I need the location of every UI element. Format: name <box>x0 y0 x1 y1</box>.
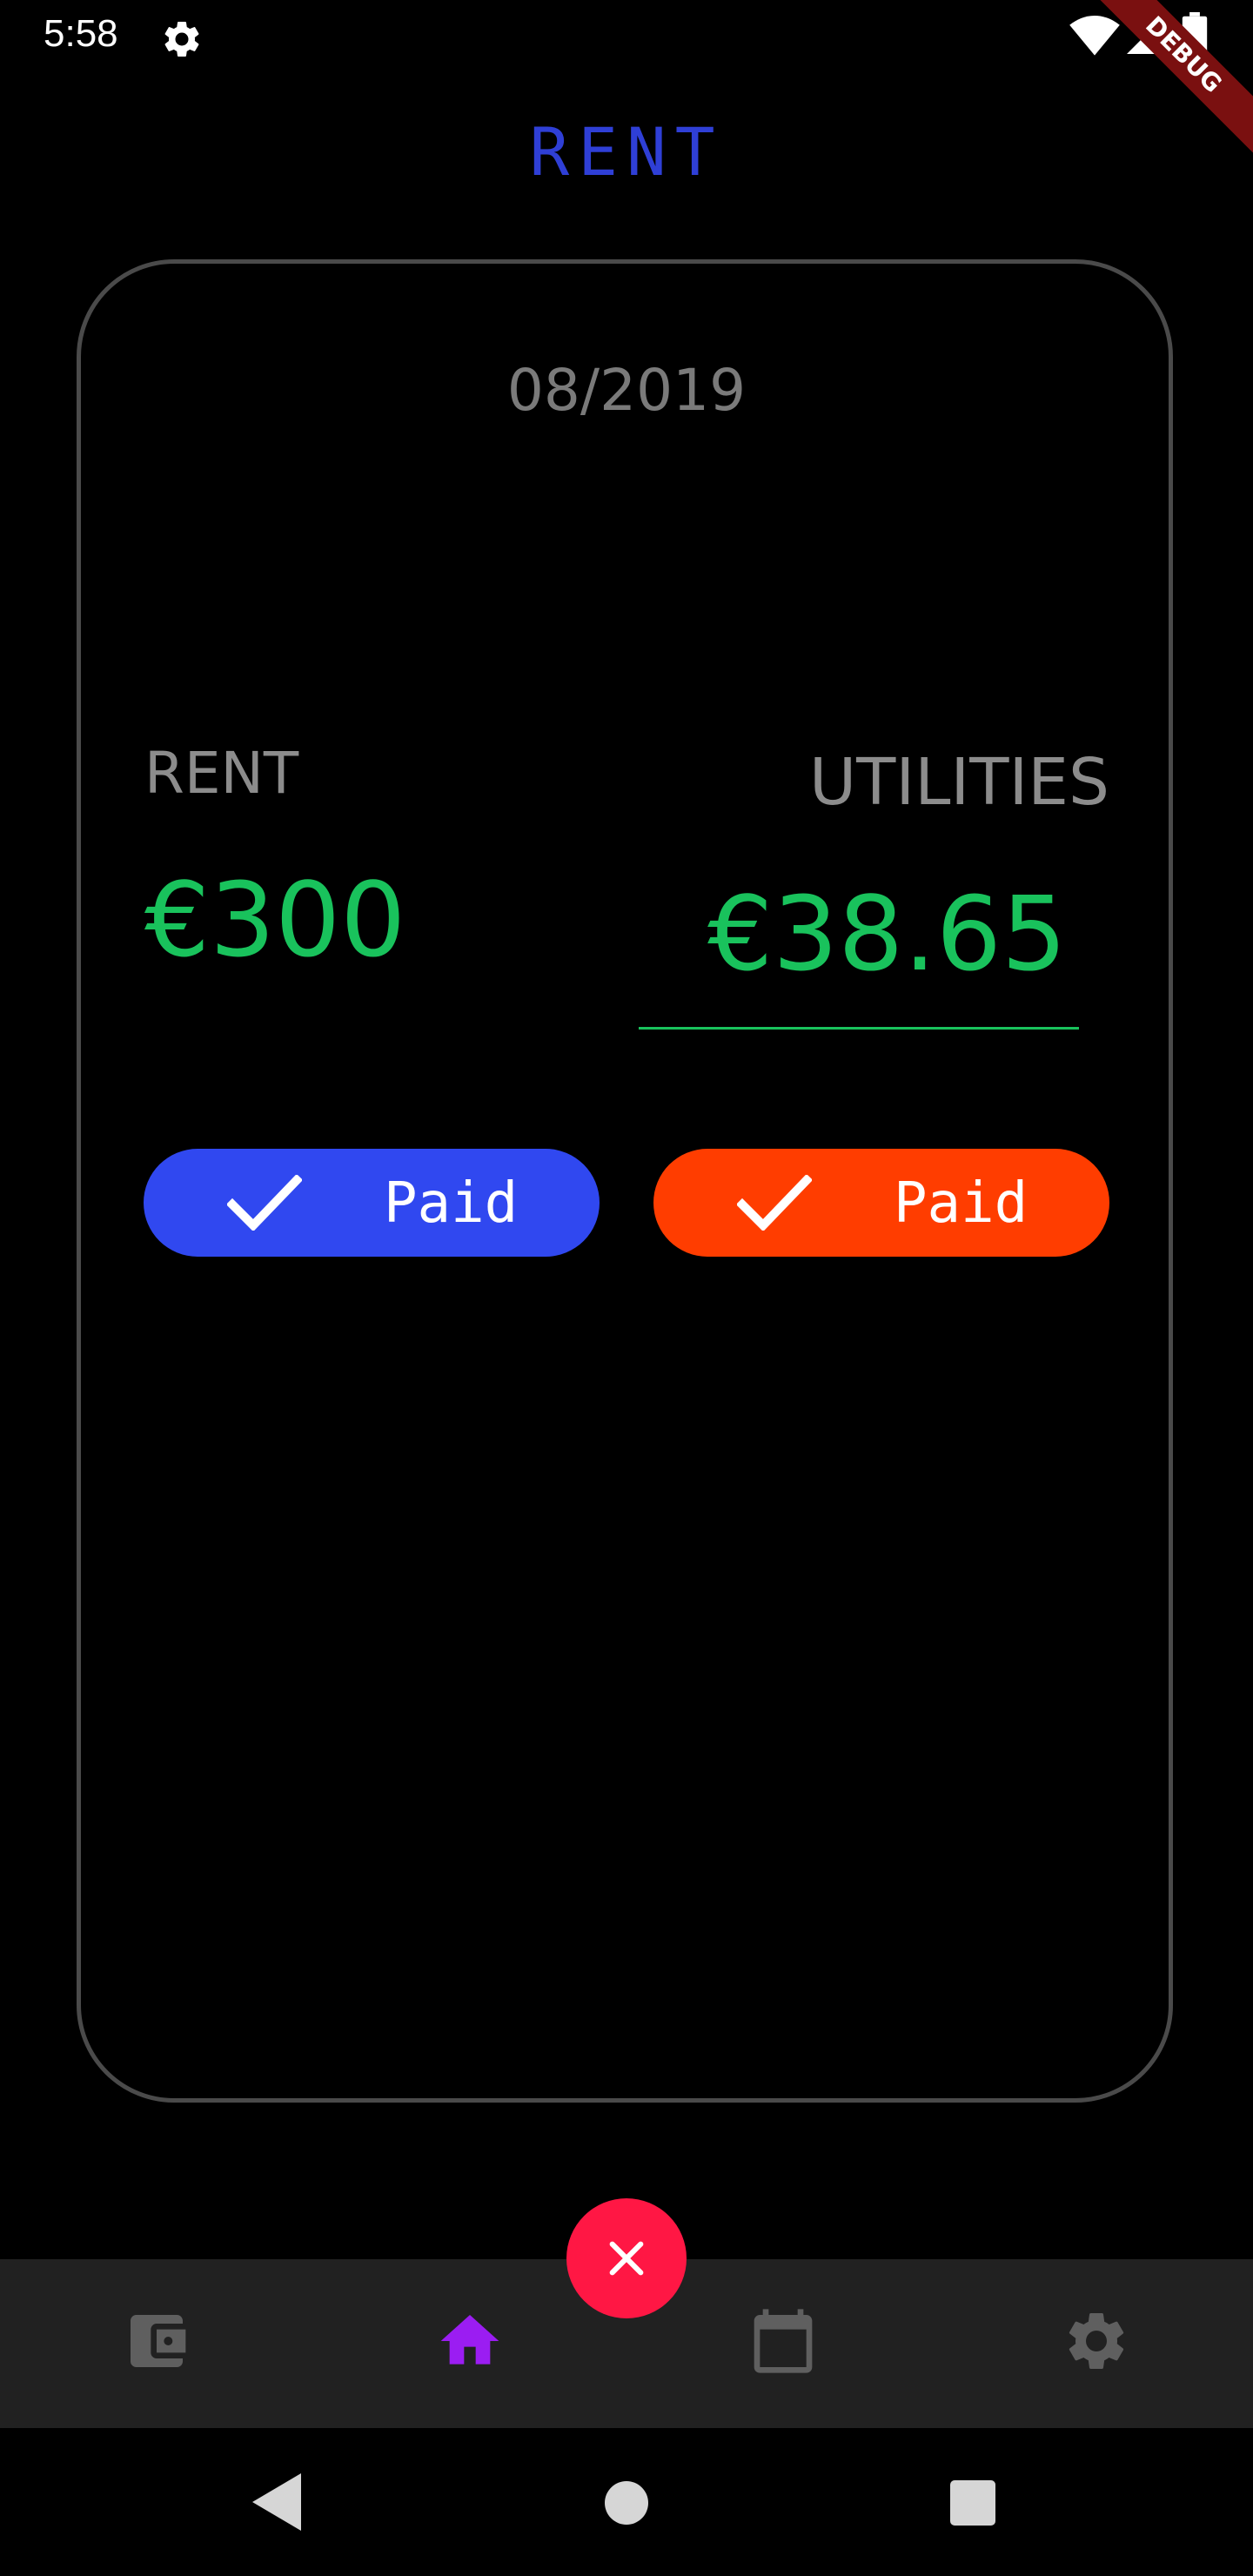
utilities-field-underline <box>639 1027 1079 1030</box>
calendar-icon[interactable] <box>748 2306 818 2376</box>
utilities-paid-button[interactable]: Paid <box>653 1149 1109 1257</box>
utilities-label: UTILITIES <box>809 745 1109 820</box>
utilities-amount-field[interactable]: €38.65 <box>707 874 1067 994</box>
home-icon[interactable] <box>435 2306 505 2376</box>
utilities-paid-label: Paid <box>894 1171 1029 1236</box>
close-fab-button[interactable] <box>566 2198 687 2318</box>
period-date: 08/2019 <box>506 357 747 424</box>
recents-icon[interactable] <box>950 2480 995 2526</box>
check-icon <box>737 1175 812 1231</box>
screen: 5:58 DEBUG RENT 08/2019 RENT €300 UTILIT… <box>0 0 1253 2576</box>
wallet-icon[interactable] <box>122 2306 191 2376</box>
status-time: 5:58 <box>44 12 118 55</box>
rent-label: RENT <box>144 740 299 807</box>
settings-icon[interactable] <box>1062 2306 1131 2376</box>
system-nav-bar <box>0 2428 1253 2576</box>
check-icon <box>227 1175 302 1231</box>
gear-icon <box>164 21 199 57</box>
wifi-icon <box>1069 16 1120 56</box>
status-bar: 5:58 DEBUG <box>0 0 1253 162</box>
back-icon[interactable] <box>252 2473 301 2531</box>
rent-paid-button[interactable]: Paid <box>144 1149 600 1257</box>
rent-amount: €300 <box>144 860 406 980</box>
home-circle-icon[interactable] <box>604 2480 649 2526</box>
page-title: RENT <box>529 113 724 191</box>
close-icon <box>609 2241 644 2276</box>
rent-paid-label: Paid <box>384 1171 519 1236</box>
